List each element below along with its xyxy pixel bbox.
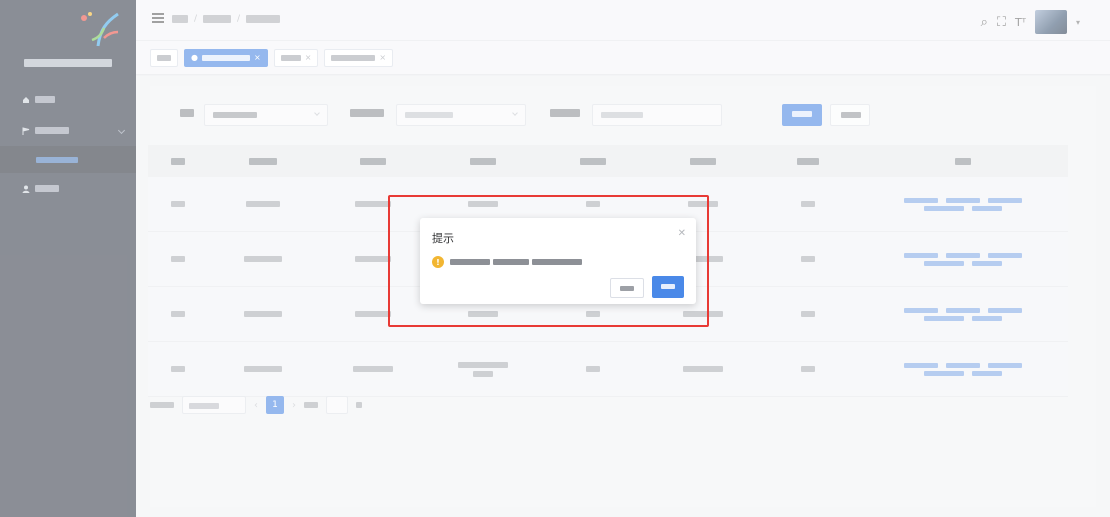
cancel-button[interactable] (610, 278, 644, 298)
dialog-body: ! (432, 256, 582, 268)
close-icon[interactable]: ✕ (678, 228, 686, 239)
confirm-dialog: 提示 ✕ ! (420, 218, 696, 304)
warning-icon: ! (432, 256, 444, 268)
confirm-button[interactable] (652, 276, 684, 298)
dialog-message (450, 259, 582, 265)
dialog-title: 提示 (432, 232, 454, 245)
